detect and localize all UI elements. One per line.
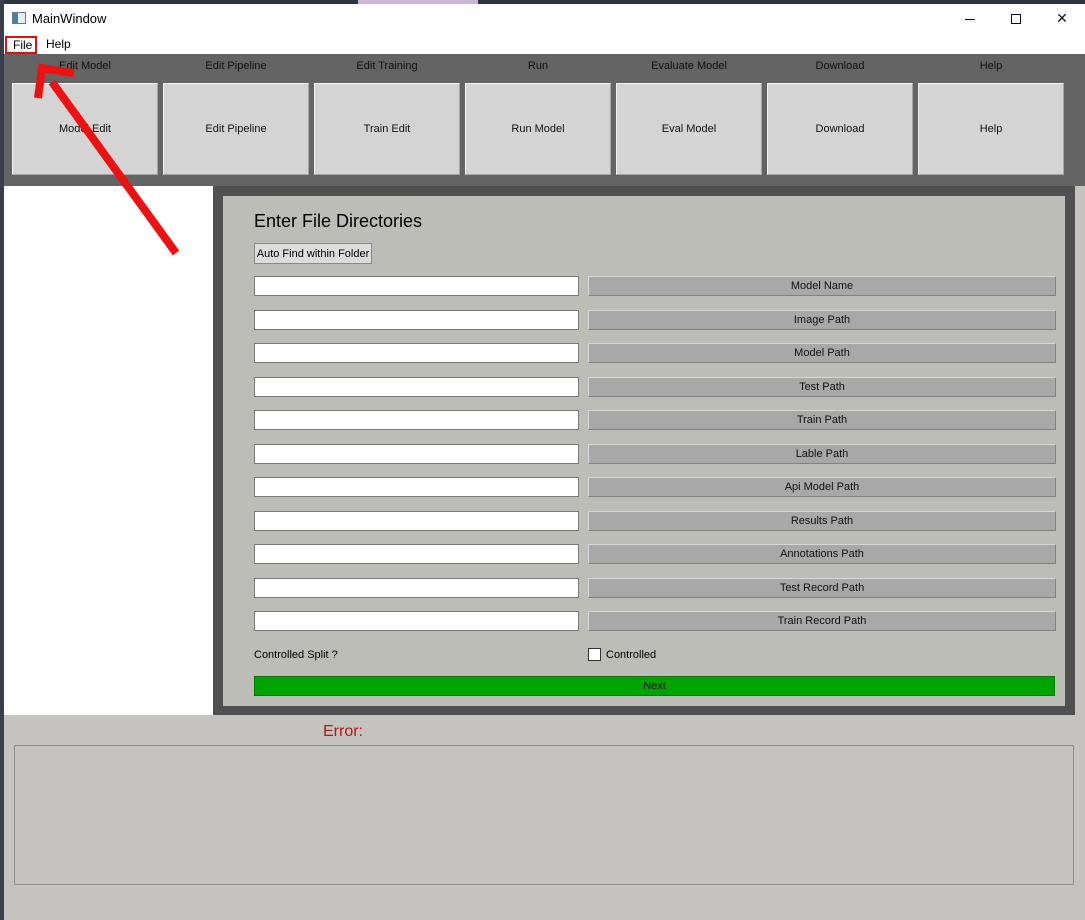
api-model-path-input[interactable] [254, 477, 579, 497]
menu-help[interactable]: Help [41, 36, 76, 54]
field-row-test-record-path: Test Record Path [254, 578, 1056, 598]
field-row-train-path: Train Path [254, 410, 1056, 430]
toolbar-section-edit-model: Edit Model Model Edit [12, 54, 158, 186]
minimize-button[interactable] [947, 4, 993, 34]
controlled-checkbox-group[interactable]: Controlled [588, 648, 656, 661]
minimize-icon [965, 18, 975, 20]
field-row-test-path: Test Path [254, 377, 1056, 397]
controlled-checkbox-label: Controlled [606, 648, 657, 661]
train-record-path-button[interactable]: Train Record Path [588, 611, 1056, 631]
toolbar-section-edit-training: Edit Training Train Edit [314, 54, 460, 186]
close-button[interactable]: ✕ [1039, 4, 1085, 34]
results-path-button[interactable]: Results Path [588, 511, 1056, 531]
lable-path-input[interactable] [254, 444, 579, 464]
toolbar-section-run: Run Run Model [465, 54, 611, 186]
field-row-model-name: Model Name [254, 276, 1056, 296]
field-row-train-record-path: Train Record Path [254, 611, 1056, 631]
maximize-icon [1011, 14, 1021, 24]
test-path-button[interactable]: Test Path [588, 377, 1056, 397]
maximize-button[interactable] [993, 4, 1039, 34]
annotations-path-input[interactable] [254, 544, 579, 564]
file-directories-panel: Enter File Directories Auto Find within … [223, 196, 1065, 706]
window-title: MainWindow [32, 11, 107, 26]
left-sidebar [4, 186, 214, 715]
api-model-path-button[interactable]: Api Model Path [588, 477, 1056, 497]
error-label: Error: [323, 723, 363, 740]
image-path-button[interactable]: Image Path [588, 310, 1056, 330]
section-caption: Run [527, 60, 549, 72]
download-button[interactable]: Download [767, 83, 913, 175]
field-row-api-model-path: Api Model Path [254, 477, 1056, 497]
eval-model-button[interactable]: Eval Model [616, 83, 762, 175]
edit-pipeline-button[interactable]: Edit Pipeline [163, 83, 309, 175]
title-bar: MainWindow ✕ [4, 4, 1085, 34]
lable-path-button[interactable]: Lable Path [588, 444, 1056, 464]
toolbar-section-help: Help Help [918, 54, 1064, 186]
model-edit-button[interactable]: Model Edit [12, 83, 158, 175]
annotations-path-button[interactable]: Annotations Path [588, 544, 1056, 564]
model-path-input[interactable] [254, 343, 579, 363]
toolbar: Edit Model Model Edit Edit Pipeline Edit… [4, 54, 1085, 186]
train-edit-button[interactable]: Train Edit [314, 83, 460, 175]
model-name-button[interactable]: Model Name [588, 276, 1056, 296]
section-caption: Evaluate Model [651, 60, 727, 72]
train-path-input[interactable] [254, 410, 579, 430]
section-caption: Edit Pipeline [205, 60, 267, 72]
train-record-path-input[interactable] [254, 611, 579, 631]
close-icon: ✕ [1056, 11, 1068, 27]
field-row-model-path: Model Path [254, 343, 1056, 363]
run-model-button[interactable]: Run Model [465, 83, 611, 175]
error-output-box [14, 745, 1074, 885]
results-path-input[interactable] [254, 511, 579, 531]
section-caption: Edit Model [59, 60, 111, 72]
section-caption: Download [815, 60, 865, 72]
field-row-image-path: Image Path [254, 310, 1056, 330]
train-path-button[interactable]: Train Path [588, 410, 1056, 430]
model-path-button[interactable]: Model Path [588, 343, 1056, 363]
field-row-annotations-path: Annotations Path [254, 544, 1056, 564]
panel-title: Enter File Directories [254, 211, 423, 231]
toolbar-section-evaluate-model: Evaluate Model Eval Model [616, 54, 762, 186]
auto-find-button[interactable]: Auto Find within Folder [254, 243, 372, 264]
section-caption: Edit Training [356, 60, 418, 72]
main-window: MainWindow ✕ File Help Edit Model Model … [4, 4, 1085, 920]
field-row-results-path: Results Path [254, 511, 1056, 531]
controlled-checkbox[interactable] [588, 648, 601, 661]
toolbar-section-edit-pipeline: Edit Pipeline Edit Pipeline [163, 54, 309, 186]
section-caption: Help [979, 60, 1003, 72]
menu-file[interactable]: File [5, 36, 37, 54]
image-path-input[interactable] [254, 310, 579, 330]
app-window-icon [12, 12, 26, 24]
test-record-path-button[interactable]: Test Record Path [588, 578, 1056, 598]
controlled-split-label: Controlled Split ? [254, 649, 338, 661]
test-record-path-input[interactable] [254, 578, 579, 598]
help-button[interactable]: Help [918, 83, 1064, 175]
model-name-input[interactable] [254, 276, 579, 296]
field-row-lable-path: Lable Path [254, 444, 1056, 464]
toolbar-section-download: Download Download [767, 54, 913, 186]
menu-bar: File Help [4, 34, 1085, 54]
test-path-input[interactable] [254, 377, 579, 397]
next-button[interactable]: Next [254, 676, 1055, 696]
